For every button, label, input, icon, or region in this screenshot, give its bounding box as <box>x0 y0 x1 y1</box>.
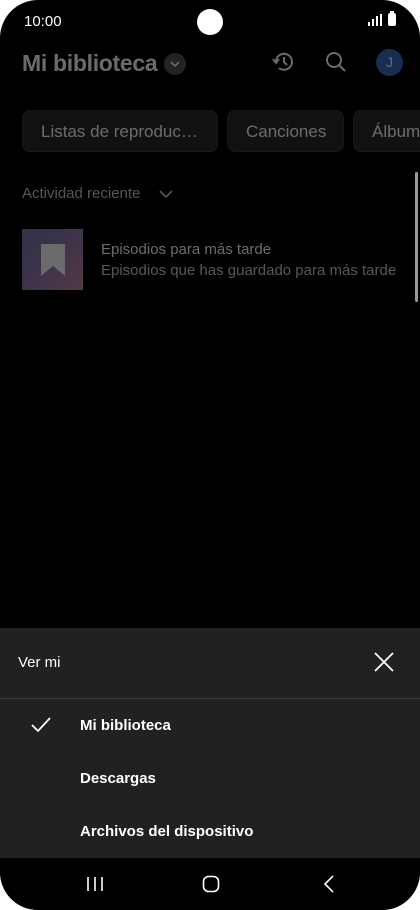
page-title[interactable]: Mi biblioteca <box>22 50 158 77</box>
sheet-title: Ver mi <box>18 654 61 671</box>
option-label: Archivos del dispositivo <box>80 823 254 840</box>
option-label: Descargas <box>80 770 156 787</box>
recent-activity-label[interactable]: Actividad reciente <box>22 185 140 202</box>
chip-songs[interactable]: Canciones <box>227 110 344 152</box>
system-nav-bar <box>0 858 420 910</box>
recent-apps-icon[interactable] <box>86 876 104 892</box>
back-icon[interactable] <box>323 875 335 893</box>
option-downloads[interactable]: Descargas <box>0 754 420 804</box>
option-device-files[interactable]: Archivos del dispositivo <box>0 807 420 857</box>
scrollbar[interactable] <box>415 172 418 302</box>
option-my-library[interactable]: Mi biblioteca <box>0 701 420 751</box>
avatar[interactable]: J <box>376 49 403 76</box>
check-icon <box>31 717 51 733</box>
close-icon[interactable] <box>372 650 396 674</box>
option-label: Mi biblioteca <box>80 717 171 734</box>
list-item-title[interactable]: Episodios para más tarde <box>101 241 271 258</box>
bottom-sheet: Ver mi Mi biblioteca Descargas Archivos … <box>0 628 420 858</box>
saved-episodes-thumbnail[interactable] <box>22 229 83 290</box>
bookmark-icon <box>41 244 65 276</box>
library-content: Mi biblioteca J Listas de reproduc… Canc… <box>0 0 420 628</box>
phone-screen: 10:00 Mi biblioteca J Listas de reproduc… <box>0 0 420 910</box>
divider <box>0 698 420 699</box>
chip-playlists[interactable]: Listas de reproduc… <box>22 110 218 152</box>
chevron-down-icon[interactable] <box>158 186 174 202</box>
chip-albums[interactable]: Álbum <box>353 110 420 152</box>
chevron-down-icon[interactable] <box>164 53 186 75</box>
search-icon[interactable] <box>322 48 350 76</box>
home-icon[interactable] <box>202 875 220 893</box>
history-icon[interactable] <box>270 48 298 76</box>
list-item-subtitle: Episodios que has guardado para más tard… <box>101 262 397 279</box>
